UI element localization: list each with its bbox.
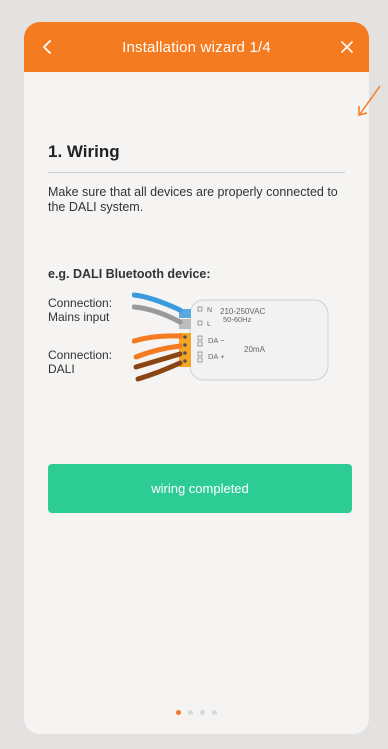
page-dot-1[interactable] xyxy=(176,710,181,715)
page-dot-4[interactable] xyxy=(212,710,217,715)
wiring-diagram: Connection: Mains input Connection: DALI xyxy=(48,291,345,403)
chevron-left-icon xyxy=(43,40,51,54)
wizard-header: Installation wizard 1/4 xyxy=(24,22,369,72)
step-title: 1. Wiring xyxy=(48,142,345,173)
current-label: 20mA xyxy=(244,345,266,354)
connection-mains-label: Connection: Mains input xyxy=(48,296,113,324)
frequency-label: 50-60Hz xyxy=(223,315,252,324)
wizard-title: Installation wizard 1/4 xyxy=(122,38,271,56)
connection-dali-label: Connection: DALI xyxy=(48,348,113,376)
terminal-n-label: N xyxy=(207,307,212,314)
close-icon xyxy=(341,41,353,53)
hint-arrow-icon xyxy=(358,85,381,116)
back-button[interactable] xyxy=(38,36,56,58)
wizard-card: Installation wizard 1/4 1. Wiring Make s… xyxy=(24,22,369,734)
step-description: Make sure that all devices are properly … xyxy=(48,185,338,214)
da-minus-label: DA − xyxy=(208,336,225,345)
wiring-completed-button[interactable]: wiring completed xyxy=(48,464,352,513)
page-indicator xyxy=(24,710,369,715)
page-dot-2[interactable] xyxy=(188,710,193,715)
close-button[interactable] xyxy=(337,37,357,57)
dali-device-illustration: N L 210-250VAC 50-60Hz DA − DA + 20mA xyxy=(132,292,329,382)
terminal-l-label: L xyxy=(207,321,211,328)
page-dot-3[interactable] xyxy=(200,710,205,715)
wizard-content: 1. Wiring Make sure that all devices are… xyxy=(24,142,369,403)
example-label: e.g. DALI Bluetooth device: xyxy=(48,267,211,281)
da-plus-label: DA + xyxy=(208,352,225,361)
